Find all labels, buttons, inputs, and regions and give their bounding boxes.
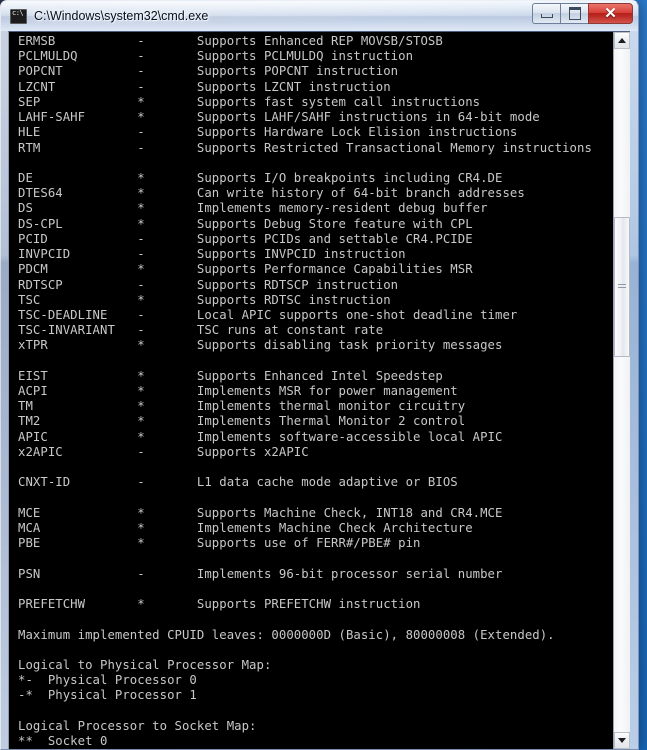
console-line: CNXT-ID - L1 data cache mode adaptive or…	[18, 475, 458, 490]
console-line: xTPR * Supports disabling task priority …	[18, 338, 503, 353]
console-line: PDCM * Supports Performance Capabilities…	[18, 262, 473, 277]
console-line: PSN - Implements 96-bit processor serial…	[18, 566, 503, 581]
scroll-up-icon	[618, 38, 626, 43]
console-line: PCID - Supports PCIDs and settable CR4.P…	[18, 231, 473, 246]
console-line: DS * Implements memory-resident debug bu…	[18, 201, 488, 216]
console-line: Logical to Physical Processor Map:	[18, 657, 272, 672]
maximize-icon	[568, 7, 581, 20]
minimize-button[interactable]	[532, 3, 560, 24]
console-line: TM2 * Implements Thermal Monitor 2 contr…	[18, 414, 466, 429]
console-line: PBE * Supports use of FERR#/PBE# pin	[18, 536, 421, 551]
vertical-scrollbar[interactable]	[613, 32, 630, 749]
console-line: Maximum implemented CPUID leaves: 000000…	[18, 627, 555, 642]
console-line: DS-CPL * Supports Debug Store feature wi…	[18, 216, 473, 231]
console-line: DE * Supports I/O breakpoints including …	[18, 170, 503, 185]
scrollbar-thumb[interactable]	[614, 217, 630, 357]
console-line: TSC-INVARIANT - TSC runs at constant rat…	[18, 323, 384, 338]
console-line: POPCNT - Supports POPCNT instruction	[18, 64, 399, 79]
console-line: PREFETCHW * Supports PREFETCHW instructi…	[18, 597, 421, 612]
scroll-down-button[interactable]	[614, 732, 630, 749]
console-line: DTES64 * Can write history of 64-bit bra…	[18, 186, 525, 201]
console-line: ** Socket 0	[18, 734, 108, 749]
console-line: PCLMULDQ - Supports PCLMULDQ instruction	[18, 49, 414, 64]
console-line: SEP * Supports fast system call instruct…	[18, 94, 481, 109]
window-controls[interactable]: ✕	[532, 3, 633, 24]
scrollbar-grip-icon	[618, 284, 626, 290]
close-icon: ✕	[604, 4, 617, 22]
console-line: Logical Processor to Socket Map:	[18, 718, 257, 733]
console-line: ERMSB - Supports Enhanced REP MOVSB/STOS…	[18, 34, 443, 48]
console-output[interactable]: ERMSB - Supports Enhanced REP MOVSB/STOS…	[9, 32, 613, 749]
scroll-down-icon	[618, 738, 626, 743]
scroll-up-button[interactable]	[614, 32, 630, 49]
maximize-button[interactable]	[560, 3, 588, 24]
console-line: APIC * Implements software-accessible lo…	[18, 429, 503, 444]
console-line: -* Physical Processor 1	[18, 688, 197, 703]
console-line: TM * Implements thermal monitor circuitr…	[18, 399, 466, 414]
console-line: LZCNT - Supports LZCNT instruction	[18, 79, 391, 94]
console-client-area: ERMSB - Supports Enhanced REP MOVSB/STOS…	[8, 31, 630, 749]
console-line: LAHF-SAHF * Supports LAHF/SAHF instructi…	[18, 110, 540, 125]
close-button[interactable]: ✕	[588, 3, 633, 24]
console-line: MCA * Implements Machine Check Architect…	[18, 521, 473, 535]
console-line: INVPCID - Supports INVPCID instruction	[18, 247, 406, 262]
console-line: RTM - Supports Restricted Transactional …	[18, 140, 592, 155]
console-line: MCE * Supports Machine Check, INT18 and …	[18, 505, 503, 520]
console-line: RDTSCP - Supports RDTSCP instruction	[18, 277, 399, 292]
window-title: C:\Windows\system32\cmd.exe	[34, 9, 209, 23]
cmd-console-icon	[10, 8, 27, 24]
minimize-icon	[540, 14, 553, 18]
console-line: TSC-DEADLINE - Local APIC supports one-s…	[18, 307, 518, 322]
cmd-window[interactable]: C:\Windows\system32\cmd.exe ✕ ERMSB - Su…	[0, 0, 639, 750]
console-line: EIST * Supports Enhanced Intel Speedstep	[18, 368, 443, 383]
console-line: ACPI * Implements MSR for power manageme…	[18, 384, 458, 399]
console-line: x2APIC - Supports x2APIC	[18, 444, 309, 459]
console-line: HLE - Supports Hardware Lock Elision ins…	[18, 125, 518, 140]
console-line: TSC * Supports RDTSC instruction	[18, 292, 391, 307]
console-line: *- Physical Processor 0	[18, 673, 197, 688]
